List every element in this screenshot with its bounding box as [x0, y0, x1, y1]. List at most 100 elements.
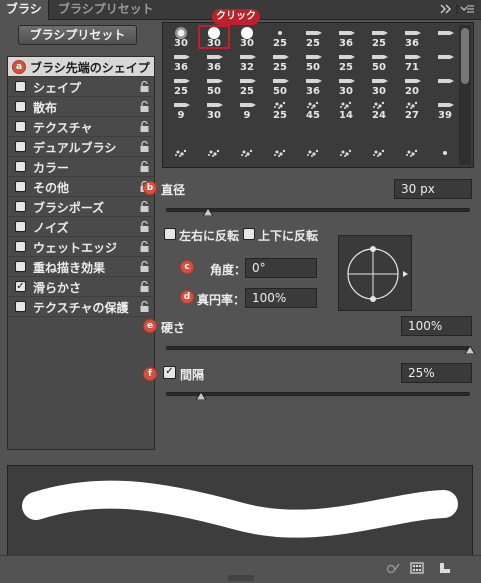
settings-checkbox[interactable] — [15, 241, 26, 252]
brush-tip-cell[interactable] — [429, 145, 461, 169]
brush-tip-cell[interactable] — [330, 145, 362, 169]
double-chevron-right-icon[interactable] — [437, 2, 477, 16]
brush-tip-cell[interactable]: 30 — [330, 73, 362, 97]
spacing-slider[interactable] — [166, 392, 470, 396]
spacing-field[interactable]: 25% — [401, 363, 472, 383]
brush-tip-cell[interactable]: 24 — [363, 97, 395, 121]
brush-tip-cell[interactable]: 25 — [231, 73, 263, 97]
brush-tip-cell[interactable]: 50 — [363, 49, 395, 73]
roundness-field[interactable]: 100% — [245, 288, 317, 308]
brush-tip-cell[interactable]: 25 — [264, 97, 296, 121]
brush-tip-cell[interactable] — [396, 145, 428, 169]
brush-tip-cell[interactable]: 45 — [297, 97, 329, 121]
settings-item-1[interactable]: シェイプ — [8, 77, 154, 97]
settings-item-2[interactable]: 散布 — [8, 97, 154, 117]
settings-item-3[interactable]: テクスチャ — [8, 117, 154, 137]
lock-icon[interactable] — [139, 160, 150, 173]
brush-tip-cell[interactable] — [198, 145, 230, 169]
lock-icon[interactable] — [139, 280, 150, 293]
brush-tip-cell[interactable]: 9 — [231, 97, 263, 121]
settings-checkbox[interactable] — [15, 261, 26, 272]
settings-item-11[interactable]: ✓ 滑らかさ — [8, 277, 154, 297]
spacing-slider-knob[interactable] — [196, 392, 206, 400]
settings-checkbox[interactable] — [15, 101, 26, 112]
lock-icon[interactable] — [139, 80, 150, 93]
flip-y-checkbox[interactable] — [243, 228, 255, 240]
lock-icon[interactable] — [139, 200, 150, 213]
brush-tip-cell[interactable]: 30 — [231, 25, 263, 49]
settings-checkbox[interactable] — [15, 121, 26, 132]
settings-item-10[interactable]: 重ね描き効果 — [8, 257, 154, 277]
brush-tip-cell[interactable]: 50 — [297, 49, 329, 73]
brush-tip-cell[interactable]: 30 — [198, 97, 230, 121]
settings-item-12[interactable]: テクスチャの保護 — [8, 297, 154, 317]
brush-tip-cell[interactable]: 32 — [231, 49, 263, 73]
settings-checkbox[interactable] — [15, 221, 26, 232]
tab-brush[interactable]: ブラシ — [0, 0, 49, 20]
brush-tip-cell[interactable]: 25 — [264, 49, 296, 73]
settings-checkbox[interactable] — [15, 141, 26, 152]
grid-scrollbar[interactable] — [459, 25, 471, 165]
brush-tip-cell[interactable] — [264, 145, 296, 169]
diameter-field[interactable]: 30 px — [394, 179, 472, 199]
lock-icon[interactable] — [139, 220, 150, 233]
new-preset-icon[interactable] — [438, 561, 452, 575]
lock-icon[interactable] — [139, 120, 150, 133]
settings-checkbox[interactable]: ✓ — [15, 281, 26, 292]
grid-scroll-thumb[interactable] — [461, 28, 469, 84]
brush-tip-cell[interactable] — [165, 145, 197, 169]
hardness-slider[interactable] — [166, 346, 470, 350]
lock-icon[interactable] — [139, 140, 150, 153]
brush-tip-cell[interactable]: 25 — [363, 25, 395, 49]
brush-tip-cell[interactable] — [231, 145, 263, 169]
brush-tip-cell[interactable]: 36 — [165, 49, 197, 73]
brush-tip-cell[interactable]: 30 — [198, 25, 230, 49]
panel-menu[interactable] — [437, 2, 477, 18]
angle-field[interactable]: 0° — [245, 258, 317, 278]
settings-checkbox[interactable] — [15, 161, 26, 172]
brush-tip-cell[interactable] — [429, 73, 461, 97]
brush-tip-cell[interactable]: 36 — [396, 25, 428, 49]
brush-tip-cell[interactable]: 25 — [264, 25, 296, 49]
brush-tip-cell[interactable]: 25 — [297, 25, 329, 49]
settings-item-4[interactable]: デュアルブラシ — [8, 137, 154, 157]
brush-tip-cell[interactable] — [297, 145, 329, 169]
brush-tip-cell[interactable]: 36 — [198, 49, 230, 73]
angle-roundness-widget[interactable] — [338, 235, 412, 311]
settings-item-9[interactable]: ウェットエッジ — [8, 237, 154, 257]
brush-tip-cell[interactable]: 39 — [429, 97, 461, 121]
brush-toggle-icon[interactable] — [386, 561, 400, 575]
brush-tip-cell[interactable]: 27 — [396, 97, 428, 121]
brush-tip-cell[interactable] — [363, 145, 395, 169]
brush-presets-button[interactable]: ブラシプリセット — [18, 25, 137, 45]
settings-checkbox[interactable] — [15, 81, 26, 92]
brush-tip-cell[interactable]: 9 — [165, 97, 197, 121]
settings-checkbox[interactable] — [15, 301, 26, 312]
brush-tip-cell[interactable]: 30 — [363, 73, 395, 97]
settings-item-5[interactable]: カラー — [8, 157, 154, 177]
settings-checkbox[interactable] — [15, 201, 26, 212]
settings-checkbox[interactable] — [15, 181, 26, 192]
lock-icon[interactable] — [139, 260, 150, 273]
brush-tip-cell[interactable]: 36 — [330, 25, 362, 49]
spacing-checkbox[interactable]: ✓ — [163, 366, 176, 379]
brush-tip-cell[interactable] — [429, 25, 461, 49]
brush-tip-cell[interactable]: 20 — [396, 73, 428, 97]
settings-item-7[interactable]: ブラシポーズ — [8, 197, 154, 217]
hardness-slider-knob[interactable] — [465, 346, 475, 354]
settings-item-6[interactable]: その他 — [8, 177, 154, 197]
settings-item-0[interactable]: a ブラシ先端のシェイプ — [8, 57, 154, 77]
grid-view-icon[interactable] — [410, 561, 424, 575]
lock-icon[interactable] — [139, 100, 150, 113]
brush-tip-cell[interactable]: 36 — [297, 73, 329, 97]
diameter-slider-knob[interactable] — [203, 208, 213, 216]
settings-item-8[interactable]: ノイズ — [8, 217, 154, 237]
brush-tip-cell[interactable]: 30 — [165, 25, 197, 49]
brush-tip-cell[interactable] — [429, 49, 461, 73]
angle-dial-icon[interactable] — [339, 236, 413, 312]
brush-tip-cell[interactable]: 25 — [165, 73, 197, 97]
brush-tip-cell[interactable]: 14 — [330, 97, 362, 121]
resize-grip-icon[interactable] — [226, 575, 256, 581]
brush-tip-cell[interactable]: 71 — [396, 49, 428, 73]
flip-x-checkbox[interactable] — [164, 228, 176, 240]
